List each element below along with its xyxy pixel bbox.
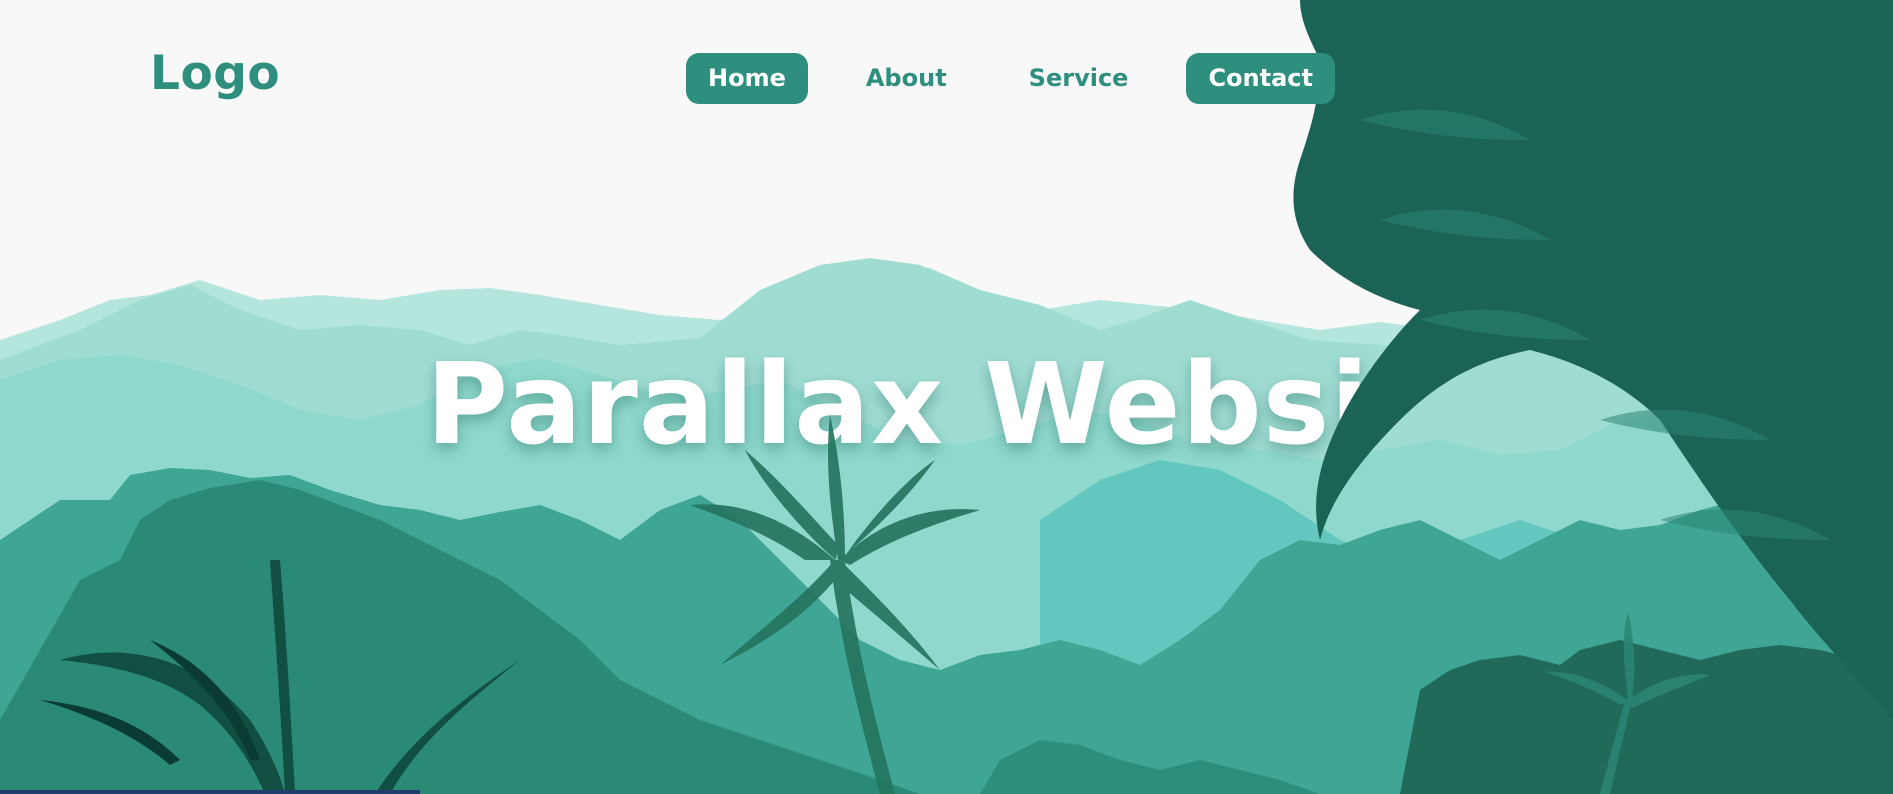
logo[interactable]: Logo bbox=[150, 46, 280, 101]
nav-about-link[interactable]: About bbox=[844, 53, 969, 104]
site-header: Logo Home About Service Contact bbox=[0, 0, 1893, 160]
parallax-scene: Parallax Websi Logo Home About Service C… bbox=[0, 0, 1893, 794]
bottom-accent-bar bbox=[0, 790, 420, 794]
nav-contact-link[interactable]: Contact bbox=[1186, 53, 1336, 104]
main-navigation: Home About Service Contact bbox=[686, 53, 1336, 104]
nav-home-link[interactable]: Home bbox=[686, 53, 808, 104]
nav-service-link[interactable]: Service bbox=[1007, 53, 1151, 104]
